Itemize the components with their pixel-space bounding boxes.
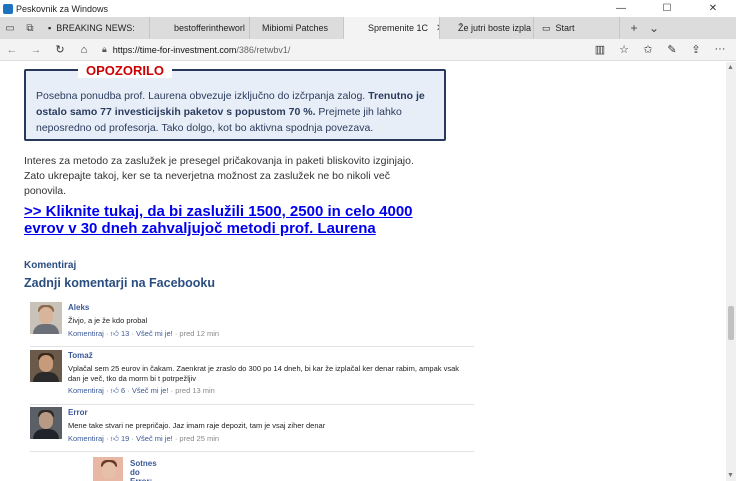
web-note-pen-icon[interactable]: ✎ — [660, 43, 684, 56]
avatar — [30, 350, 62, 382]
like-count: 6 — [121, 386, 126, 395]
comment-author[interactable]: Error — [68, 408, 88, 417]
minimize-button[interactable]: — — [598, 0, 644, 17]
avatar — [30, 407, 62, 439]
comment-reply-link[interactable]: Komentiraj — [68, 386, 104, 395]
lock-icon: 🔒︎ — [102, 44, 107, 54]
like-link[interactable]: Všeč mi je! — [136, 329, 173, 338]
reply-author[interactable]: Sotnes do Error: — [130, 459, 157, 481]
comment-author[interactable]: Tomaž — [68, 351, 93, 360]
window-titlebar: Peskovnik za Windows — ☐ ✕ — [0, 0, 736, 17]
share-icon[interactable]: ⇪ — [684, 43, 708, 56]
warning-box: OPOZORILO Posebna ponudba prof. Laurena … — [24, 63, 446, 141]
forward-arrow-icon[interactable]: → — [24, 39, 48, 61]
url-field[interactable]: 🔒︎ https://time-for-investment.com/386/r… — [102, 41, 572, 59]
close-window-button[interactable]: ✕ — [690, 0, 736, 17]
comments-heading: Zadnji komentarji na Facebooku — [24, 276, 216, 290]
more-dots-icon[interactable]: ··· — [708, 43, 732, 56]
like-count: 13 — [121, 329, 130, 338]
body-paragraph: Interes za metodo za zaslužek je presege… — [24, 155, 414, 197]
tab-bar: ▭ ⧉ ▪ BREAKING NEWS: bestofferintheworl … — [0, 17, 736, 39]
tab-breaking-news[interactable]: ▪ BREAKING NEWS: — [40, 17, 150, 39]
comment-reply-link[interactable]: Komentiraj — [68, 434, 104, 443]
like-count: 19 — [121, 434, 130, 443]
comment-text: Mene take stvari ne prepričajo. Jaz imam… — [68, 421, 326, 430]
comment-item: Tomaž Vplačal sem 25 eurov in čakam. Zae… — [30, 350, 474, 405]
comment-meta: Komentiraj · 👍︎ 6 · Všeč mi je! · pred 1… — [68, 386, 215, 395]
favorites-hub-icon[interactable]: ✩ — [636, 43, 660, 56]
warning-title: OPOZORILO — [78, 63, 172, 78]
comment-time: pred 12 min — [179, 329, 220, 338]
comment-item: Aleks Živjo, a je že kdo probal Komentir… — [30, 302, 474, 347]
komentiraj-link[interactable]: Komentiraj — [24, 260, 76, 271]
address-bar: ← → ↻ ⌂ 🔒︎ https://time-for-investment.c… — [0, 39, 736, 61]
like-thumb-icon: 👍︎ — [110, 386, 119, 395]
maximize-button[interactable]: ☐ — [644, 0, 690, 17]
comment-meta: Komentiraj · 👍︎ 13 · Všeč mi je! · pred … — [68, 329, 220, 338]
comment-time: pred 13 min — [175, 386, 215, 395]
cta-link[interactable]: >> Kliknite tukaj, da bi zaslužili 1500,… — [24, 203, 424, 237]
tab-ze-jutri[interactable]: Že jutri boste izpla — [440, 17, 534, 39]
favorite-star-icon[interactable]: ☆ — [612, 43, 636, 56]
comment-author[interactable]: Aleks — [68, 303, 89, 312]
scroll-up-arrow-icon[interactable]: ▲ — [727, 64, 734, 71]
refresh-icon[interactable]: ↻ — [48, 39, 72, 61]
reading-view-icon[interactable]: ▥ — [588, 43, 612, 56]
comment-item: Error Mene take stvari ne prepričajo. Ja… — [30, 407, 474, 452]
warning-text: Posebna ponudba prof. Laurena obvezuje i… — [36, 90, 425, 134]
like-thumb-icon: 👍︎ — [110, 434, 119, 443]
like-thumb-icon: 👍︎ — [110, 329, 119, 338]
tab-bestoffer[interactable]: bestofferintheworl — [150, 17, 250, 39]
new-tab-icon[interactable]: + — [624, 21, 644, 35]
window-controls: — ☐ ✕ — [598, 0, 736, 17]
scroll-down-arrow-icon[interactable]: ▼ — [727, 472, 734, 479]
comment-text: Živjo, a je že kdo probal — [68, 316, 148, 325]
tab-preview-icon[interactable]: ▭ — [0, 17, 20, 39]
tab-list-chevron-icon[interactable]: ⌄ — [644, 21, 664, 35]
tab-start[interactable]: ▭ Start — [534, 17, 620, 39]
page-scrollbar[interactable]: ▲ ▼ — [726, 62, 736, 481]
sandbox-app-icon — [3, 3, 13, 14]
window-title: Peskovnik za Windows — [16, 3, 109, 14]
like-link[interactable]: Všeč mi je! — [136, 434, 173, 443]
start-page-icon: ▭ — [542, 22, 551, 33]
comment-time: pred 25 min — [179, 434, 220, 443]
avatar — [30, 302, 62, 334]
comment-reply-link[interactable]: Komentiraj — [68, 329, 104, 338]
home-icon[interactable]: ⌂ — [72, 39, 96, 61]
comment-meta: Komentiraj · 👍︎ 19 · Všeč mi je! · pred … — [68, 434, 220, 443]
tabs-aside-icon[interactable]: ⧉ — [20, 17, 40, 39]
tab-mibiomi[interactable]: Mibiomi Patches — [250, 17, 344, 39]
toolbar-right: ▥ ☆ ✩ ✎ ⇪ ··· — [588, 43, 732, 56]
back-arrow-icon[interactable]: ← — [0, 39, 24, 61]
avatar — [93, 457, 123, 481]
page-content: OPOZORILO Posebna ponudba prof. Laurena … — [0, 62, 726, 481]
tab-actions: + ⌄ — [624, 21, 664, 35]
edge-e-icon: ▪ — [48, 23, 52, 33]
tab-spremenite[interactable]: Spremenite 1C ✕ — [344, 17, 440, 39]
comment-text: Vplačal sem 25 eurov in čakam. Zaenkrat … — [68, 364, 460, 383]
scrollbar-thumb[interactable] — [728, 306, 734, 340]
like-link[interactable]: Všeč mi je! — [132, 386, 169, 395]
